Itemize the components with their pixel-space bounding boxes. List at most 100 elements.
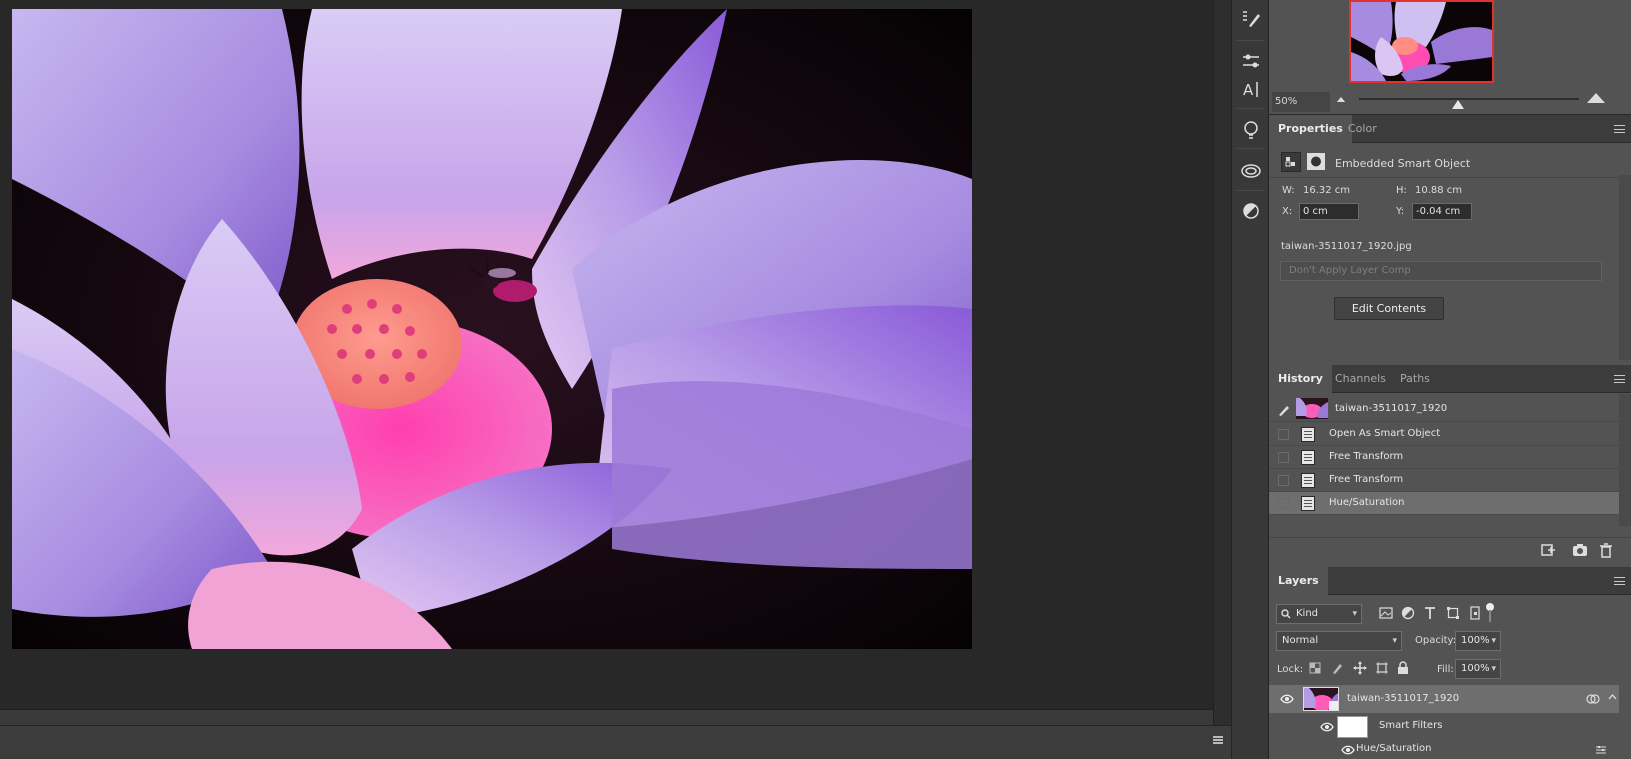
layer-comp-select: Don't Apply Layer Comp: [1280, 261, 1602, 281]
smart-filter-name: Hue/Saturation: [1356, 743, 1432, 754]
history-state[interactable]: Free Transform: [1269, 446, 1619, 469]
y-input[interactable]: -0.04 cm: [1412, 203, 1472, 220]
lock-artboard-icon[interactable]: [1375, 661, 1389, 675]
history-state-icon: [1301, 450, 1315, 465]
status-menu-icon[interactable]: [1213, 736, 1223, 744]
horizontal-scrollbar[interactable]: [0, 709, 1213, 725]
width-value[interactable]: 16.32 cm: [1303, 185, 1350, 196]
history-brush-icon: [1279, 406, 1289, 416]
smart-object-filename: taiwan-3511017_1920.jpg: [1281, 241, 1412, 252]
zoom-slider[interactable]: [1359, 98, 1579, 100]
filter-shape-icon[interactable]: [1446, 606, 1460, 620]
canvas-area[interactable]: [0, 0, 1213, 709]
history-panel: History Channels Paths taiwan-3511017_19…: [1269, 365, 1631, 565]
properties-scrollbar[interactable]: [1619, 175, 1631, 360]
width-label: W:: [1282, 185, 1295, 196]
visibility-eye-icon[interactable]: [1320, 722, 1334, 732]
new-snapshot-icon[interactable]: [1572, 543, 1588, 557]
strip-divider: [1237, 190, 1265, 191]
opacity-value: 100%: [1461, 635, 1490, 646]
history-snapshot[interactable]: taiwan-3511017_1920: [1269, 395, 1619, 422]
blend-mode-select[interactable]: Normal ▾: [1276, 631, 1402, 651]
history-scrollbar[interactable]: [1619, 394, 1631, 526]
height-value[interactable]: 10.88 cm: [1415, 185, 1462, 196]
history-source-checkbox[interactable]: [1278, 429, 1289, 440]
learn-lightbulb-icon[interactable]: [1238, 117, 1264, 143]
filter-mask-thumbnail[interactable]: [1337, 716, 1368, 738]
adjustment-layer-icon[interactable]: [1238, 198, 1264, 224]
tab-layers[interactable]: Layers: [1269, 567, 1328, 595]
history-source-checkbox[interactable]: [1278, 452, 1289, 463]
layers-menu-icon[interactable]: [1614, 577, 1625, 585]
filter-adjustment-icon[interactable]: [1401, 606, 1415, 620]
visibility-eye-icon[interactable]: [1280, 694, 1294, 704]
lock-position-icon[interactable]: [1353, 661, 1367, 675]
delete-icon[interactable]: [1599, 543, 1613, 558]
new-document-from-state-icon[interactable]: [1540, 543, 1556, 557]
layer-filter-kind[interactable]: Kind ▾: [1276, 604, 1362, 624]
layer-row-smart-filters[interactable]: Smart Filters: [1269, 714, 1619, 740]
visibility-eye-icon[interactable]: [1341, 745, 1355, 755]
layers-panel: Layers Kind ▾ Normal ▾ Opacity: 100% ▾ L…: [1269, 567, 1631, 759]
history-menu-icon[interactable]: [1614, 375, 1625, 383]
height-label: H:: [1396, 185, 1407, 196]
layer-row-smart-object[interactable]: taiwan-3511017_1920: [1269, 685, 1619, 713]
history-source-checkbox[interactable]: [1278, 498, 1289, 509]
filter-type-icon[interactable]: [1423, 606, 1437, 620]
tab-history[interactable]: History: [1269, 365, 1332, 393]
document-image[interactable]: [12, 9, 972, 649]
history-state-label: Hue/Saturation: [1329, 497, 1405, 508]
fill-input[interactable]: 100% ▾: [1455, 659, 1501, 679]
snapshot-thumbnail: [1296, 398, 1328, 419]
adjustments-icon[interactable]: [1238, 48, 1264, 74]
navigator-thumbnail[interactable]: [1349, 0, 1494, 83]
lock-transparent-icon[interactable]: [1309, 662, 1321, 674]
filter-blending-options-icon[interactable]: [1595, 745, 1607, 755]
character-icon[interactable]: A: [1238, 76, 1264, 102]
mask-icon[interactable]: [1307, 153, 1325, 170]
history-state-label: Open As Smart Object: [1329, 428, 1441, 439]
snapshot-label: taiwan-3511017_1920: [1335, 403, 1448, 414]
tab-paths[interactable]: Paths: [1391, 365, 1439, 393]
layer-filter-value: Kind: [1296, 608, 1319, 619]
properties-kind: Embedded Smart Object: [1335, 157, 1471, 170]
vertical-scrollbar[interactable]: [1213, 0, 1231, 725]
layer-thumbnail: [1303, 687, 1339, 711]
tab-channels[interactable]: Channels: [1326, 365, 1395, 393]
tab-color[interactable]: Color: [1339, 115, 1386, 143]
brush-settings-icon[interactable]: [1238, 6, 1264, 32]
filter-pixel-icon[interactable]: [1379, 607, 1393, 619]
history-source-checkbox[interactable]: [1278, 475, 1289, 486]
chevron-down-icon: ▾: [1352, 609, 1357, 619]
zoom-in-icon[interactable]: [1587, 93, 1605, 103]
layers-tabbar: Layers: [1269, 567, 1631, 595]
layer-name[interactable]: taiwan-3511017_1920: [1347, 693, 1459, 704]
zoom-level[interactable]: 50%: [1275, 96, 1297, 107]
x-input[interactable]: 0 cm: [1299, 203, 1359, 220]
history-state[interactable]: Open As Smart Object: [1269, 423, 1619, 446]
collapse-chevron-icon[interactable]: [1608, 694, 1617, 700]
opacity-input[interactable]: 100% ▾: [1455, 631, 1501, 651]
history-state-icon: [1301, 427, 1315, 442]
layer-comp-value: Don't Apply Layer Comp: [1289, 265, 1411, 276]
strip-divider: [1237, 108, 1265, 109]
zoom-slider-thumb[interactable]: [1452, 100, 1464, 109]
history-state-selected[interactable]: Hue/Saturation: [1269, 492, 1619, 515]
filter-toggle-icon[interactable]: [1485, 602, 1495, 624]
lock-image-icon[interactable]: [1331, 662, 1343, 674]
history-state-icon: [1301, 473, 1315, 488]
edit-contents-button[interactable]: Edit Contents: [1334, 297, 1444, 320]
fill-label: Fill:: [1437, 664, 1454, 675]
smart-object-icon: [1281, 152, 1301, 172]
zoom-out-icon[interactable]: [1336, 97, 1346, 102]
y-label: Y:: [1396, 206, 1405, 217]
history-state-label: Free Transform: [1329, 474, 1404, 485]
smart-filters-label: Smart Filters: [1379, 720, 1443, 731]
layer-row-hue-saturation[interactable]: Hue/Saturation: [1269, 740, 1619, 759]
filter-smart-object-icon[interactable]: [1468, 606, 1482, 620]
search-icon: [1281, 609, 1291, 619]
history-state[interactable]: Free Transform: [1269, 469, 1619, 492]
lock-all-icon[interactable]: [1397, 661, 1409, 675]
properties-menu-icon[interactable]: [1614, 125, 1625, 133]
libraries-icon[interactable]: [1238, 158, 1264, 184]
